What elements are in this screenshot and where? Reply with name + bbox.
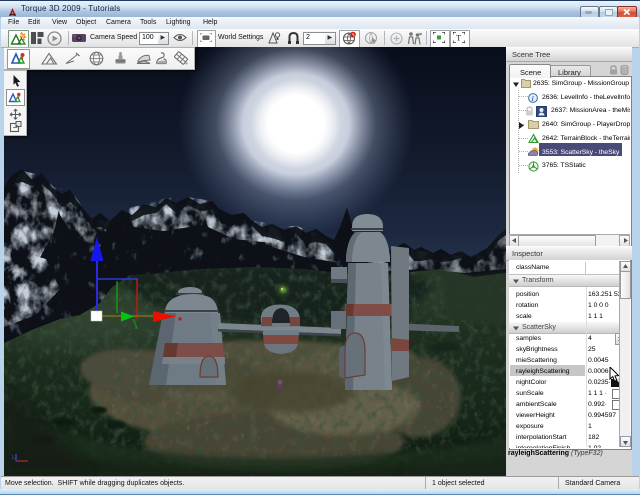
svg-text:T: T [456, 34, 461, 43]
